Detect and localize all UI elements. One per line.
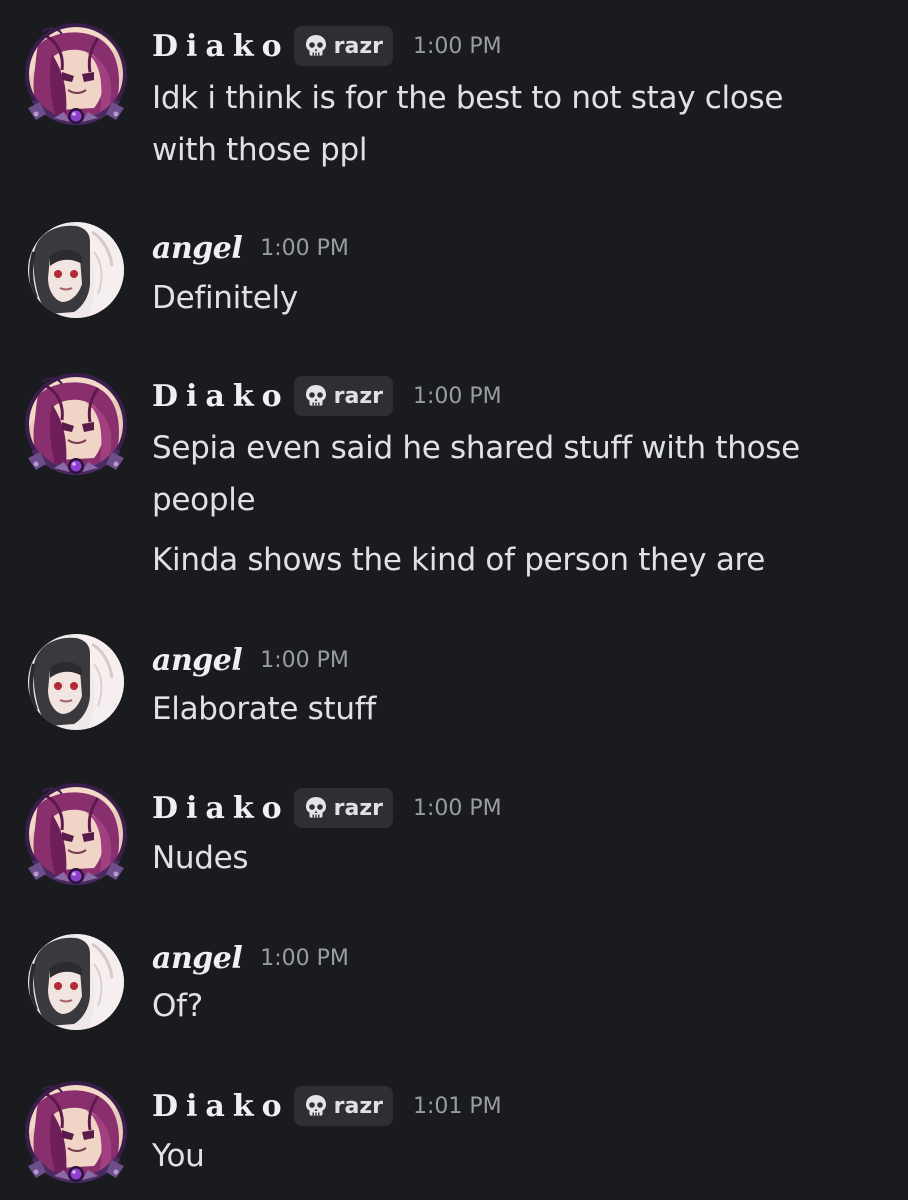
diako-avatar[interactable] [28, 26, 124, 122]
message-text: Sepia even said he shared stuff with tho… [152, 430, 800, 466]
message-text: Nudes [152, 840, 249, 876]
timestamp[interactable]: 1:00 PM [260, 648, 349, 673]
avatar[interactable] [24, 22, 128, 126]
message-text: with those ppl [152, 132, 368, 168]
server-tag-label: razr [333, 795, 384, 821]
angel-avatar[interactable] [28, 222, 124, 318]
timestamp[interactable]: 1:00 PM [413, 796, 502, 821]
timestamp[interactable]: 1:00 PM [413, 34, 502, 59]
timestamp[interactable]: 1:00 PM [413, 384, 502, 409]
message-text: Of? [152, 988, 203, 1024]
skull-icon [302, 382, 330, 410]
timestamp[interactable]: 1:00 PM [260, 946, 349, 971]
username[interactable]: angel [152, 941, 243, 976]
username[interactable]: Diako [152, 379, 290, 414]
timestamp[interactable]: 1:01 PM [413, 1094, 502, 1119]
message-text: Idk i think is for the best to not stay … [152, 80, 784, 116]
diako-avatar[interactable] [28, 786, 124, 882]
diako-avatar[interactable] [28, 376, 124, 472]
message-header: angel 1:00 PM [152, 226, 349, 270]
username[interactable]: angel [152, 643, 243, 678]
skull-icon [302, 32, 330, 60]
server-tag[interactable]: razr [293, 788, 394, 828]
server-tag[interactable]: razr [293, 376, 394, 416]
server-tag[interactable]: razr [293, 1086, 394, 1126]
message-header: angel 1:00 PM [152, 638, 349, 682]
message-text: You [152, 1138, 205, 1174]
message-text: people [152, 482, 256, 518]
angel-avatar[interactable] [28, 934, 124, 1030]
username[interactable]: Diako [152, 1089, 290, 1124]
message-text: Kinda shows the kind of person they are [152, 542, 766, 578]
skull-icon [302, 794, 330, 822]
message-header: angel 1:00 PM [152, 936, 349, 980]
message-header: Diako razr 1:00 PM [152, 786, 502, 830]
message-header: Diako razr 1:01 PM [152, 1084, 502, 1128]
message-text: Definitely [152, 280, 298, 316]
avatar[interactable] [24, 372, 128, 476]
server-tag-label: razr [333, 33, 384, 59]
server-tag-label: razr [333, 1093, 384, 1119]
avatar[interactable] [24, 630, 128, 734]
server-tag[interactable]: razr [293, 26, 394, 66]
message-header: Diako razr 1:00 PM [152, 24, 502, 68]
username[interactable]: Diako [152, 791, 290, 826]
skull-icon [302, 1092, 330, 1120]
diako-avatar[interactable] [28, 1084, 124, 1180]
avatar[interactable] [24, 218, 128, 322]
avatar[interactable] [24, 1080, 128, 1184]
username[interactable]: Diako [152, 29, 290, 64]
message-text: Elaborate stuff [152, 691, 376, 727]
timestamp[interactable]: 1:00 PM [260, 236, 349, 261]
avatar[interactable] [24, 782, 128, 886]
angel-avatar[interactable] [28, 634, 124, 730]
username[interactable]: angel [152, 231, 243, 266]
message-header: Diako razr 1:00 PM [152, 374, 502, 418]
avatar[interactable] [24, 930, 128, 1034]
server-tag-label: razr [333, 383, 384, 409]
